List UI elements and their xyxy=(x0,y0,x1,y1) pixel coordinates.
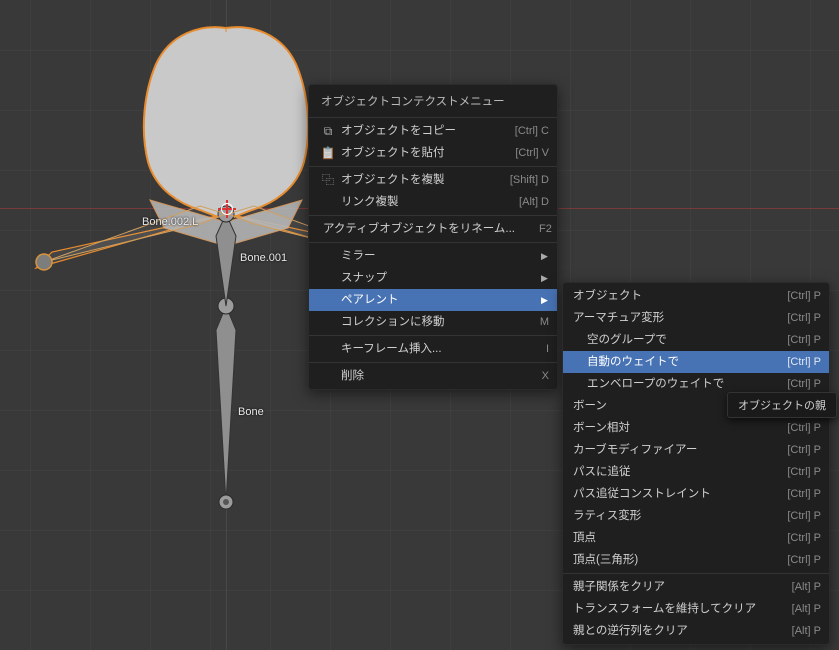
menu-separator xyxy=(309,242,557,243)
shortcut: [Ctrl] V xyxy=(515,145,549,161)
menu-copy[interactable]: ⧉ オブジェクトをコピー [Ctrl] C xyxy=(309,120,557,142)
menu-item-label: 親子関係をクリア xyxy=(573,579,768,595)
submenu-lattice[interactable]: ラティス変形 [Ctrl] P xyxy=(563,505,829,527)
shortcut: [Ctrl] P xyxy=(787,332,821,348)
menu-item-label: ボーン相対 xyxy=(573,420,763,436)
shortcut: [Alt] P xyxy=(792,579,821,595)
shortcut: [Ctrl] P xyxy=(787,530,821,546)
menu-item-label: オブジェクト xyxy=(573,288,763,304)
submenu-arrow-icon: ▶ xyxy=(541,270,549,286)
shortcut: [Ctrl] P xyxy=(787,508,821,524)
bone-label: Bone.002.L xyxy=(142,216,198,228)
shortcut: [Ctrl] P xyxy=(787,354,821,370)
shortcut: [Alt] P xyxy=(792,623,821,639)
menu-separator xyxy=(563,573,829,574)
menu-item-label: オブジェクトを複製 xyxy=(341,172,486,188)
submenu-empty-groups[interactable]: 空のグループで [Ctrl] P xyxy=(563,329,829,351)
paste-icon: 📋 xyxy=(319,145,337,161)
axis-y xyxy=(226,0,227,650)
menu-separator xyxy=(309,166,557,167)
submenu-path-constraint[interactable]: パス追従コンストレイント [Ctrl] P xyxy=(563,483,829,505)
submenu-follow-path[interactable]: パスに追従 [Ctrl] P xyxy=(563,461,829,483)
parent-submenu[interactable]: オブジェクト [Ctrl] P アーマチュア変形 [Ctrl] P 空のグループ… xyxy=(562,282,830,645)
menu-item-label: ミラー xyxy=(341,248,523,264)
submenu-arrow-icon: ▶ xyxy=(541,292,549,308)
shortcut: [Ctrl] P xyxy=(787,310,821,326)
bone-label: Bone.001 xyxy=(240,252,287,264)
shortcut: [Shift] D xyxy=(510,172,549,188)
menu-separator xyxy=(309,335,557,336)
menu-item-label: アクティブオブジェクトをリネーム... xyxy=(323,221,515,237)
shortcut: [Ctrl] P xyxy=(787,552,821,568)
menu-item-label: オブジェクトをコピー xyxy=(341,123,491,139)
submenu-vertex-tri[interactable]: 頂点(三角形) [Ctrl] P xyxy=(563,549,829,571)
menu-duplicate[interactable]: ⿻ オブジェクトを複製 [Shift] D xyxy=(309,169,557,191)
object-context-menu[interactable]: オブジェクトコンテクストメニュー ⧉ オブジェクトをコピー [Ctrl] C 📋… xyxy=(308,84,558,390)
menu-item-label: 親との逆行列をクリア xyxy=(573,623,768,639)
submenu-curve-deform[interactable]: カーブモディファイアー [Ctrl] P xyxy=(563,439,829,461)
menu-delete[interactable]: 削除 X xyxy=(309,365,557,387)
submenu-arrow-icon: ▶ xyxy=(541,248,549,264)
menu-move-collection[interactable]: コレクションに移動 M xyxy=(309,311,557,333)
tooltip-text: オブジェクトの親 xyxy=(738,400,826,412)
menu-item-label: オブジェクトを貼付 xyxy=(341,145,491,161)
shortcut: [Ctrl] P xyxy=(787,442,821,458)
menu-separator xyxy=(309,117,557,118)
menu-item-label: パス追従コンストレイント xyxy=(573,486,763,502)
menu-item-label: ペアレント xyxy=(341,292,523,308)
menu-item-label: 削除 xyxy=(341,368,518,384)
menu-link-duplicate[interactable]: リンク複製 [Alt] D xyxy=(309,191,557,213)
submenu-clear-keep-transform[interactable]: トランスフォームを維持してクリア [Alt] P xyxy=(563,598,829,620)
menu-snap[interactable]: スナップ ▶ xyxy=(309,267,557,289)
copy-icon: ⧉ xyxy=(319,123,337,139)
shortcut: [Ctrl] P xyxy=(787,288,821,304)
menu-item-label: コレクションに移動 xyxy=(341,314,516,330)
submenu-armature[interactable]: アーマチュア変形 [Ctrl] P xyxy=(563,307,829,329)
shortcut: [Ctrl] P xyxy=(787,464,821,480)
shortcut: I xyxy=(546,341,549,357)
menu-item-label: 空のグループで xyxy=(573,332,763,348)
tooltip: オブジェクトの親 xyxy=(727,392,837,418)
duplicate-icon: ⿻ xyxy=(319,172,337,188)
menu-separator xyxy=(309,362,557,363)
shortcut: [Alt] P xyxy=(792,601,821,617)
menu-paste[interactable]: 📋 オブジェクトを貼付 [Ctrl] V xyxy=(309,142,557,164)
shortcut: [Ctrl] P xyxy=(787,420,821,436)
menu-keyframe[interactable]: キーフレーム挿入... I xyxy=(309,338,557,360)
cursor-3d xyxy=(218,200,236,218)
shortcut: F2 xyxy=(539,221,552,237)
submenu-vertex[interactable]: 頂点 [Ctrl] P xyxy=(563,527,829,549)
shortcut: [Alt] D xyxy=(519,194,549,210)
shortcut: M xyxy=(540,314,549,330)
menu-item-label: エンベロープのウェイトで xyxy=(573,376,763,392)
bone-label: Bone xyxy=(238,406,264,418)
shortcut: X xyxy=(542,368,549,384)
menu-item-label: アーマチュア変形 xyxy=(573,310,763,326)
shortcut: [Ctrl] P xyxy=(787,486,821,502)
menu-parent[interactable]: ペアレント ▶ xyxy=(309,289,557,311)
shortcut: [Ctrl] C xyxy=(515,123,549,139)
menu-separator xyxy=(309,215,557,216)
menu-item-label: 頂点(三角形) xyxy=(573,552,763,568)
menu-mirror[interactable]: ミラー ▶ xyxy=(309,245,557,267)
menu-rename[interactable]: アクティブオブジェクトをリネーム... F2 xyxy=(309,218,557,240)
menu-item-label: 自動のウェイトで xyxy=(573,354,763,370)
menu-item-label: カーブモディファイアー xyxy=(573,442,763,458)
submenu-clear-inverse[interactable]: 親との逆行列をクリア [Alt] P xyxy=(563,620,829,642)
menu-item-label: スナップ xyxy=(341,270,523,286)
menu-item-label: パスに追従 xyxy=(573,464,763,480)
submenu-auto-weights[interactable]: 自動のウェイトで [Ctrl] P xyxy=(563,351,829,373)
menu-title: オブジェクトコンテクストメニュー xyxy=(309,87,557,115)
submenu-object[interactable]: オブジェクト [Ctrl] P xyxy=(563,285,829,307)
submenu-bone-relative[interactable]: ボーン相対 [Ctrl] P xyxy=(563,417,829,439)
menu-item-label: トランスフォームを維持してクリア xyxy=(573,601,768,617)
menu-item-label: ラティス変形 xyxy=(573,508,763,524)
submenu-clear-parent[interactable]: 親子関係をクリア [Alt] P xyxy=(563,576,829,598)
menu-item-label: リンク複製 xyxy=(341,194,495,210)
shortcut: [Ctrl] P xyxy=(787,376,821,392)
menu-item-label: 頂点 xyxy=(573,530,763,546)
menu-item-label: キーフレーム挿入... xyxy=(341,341,522,357)
